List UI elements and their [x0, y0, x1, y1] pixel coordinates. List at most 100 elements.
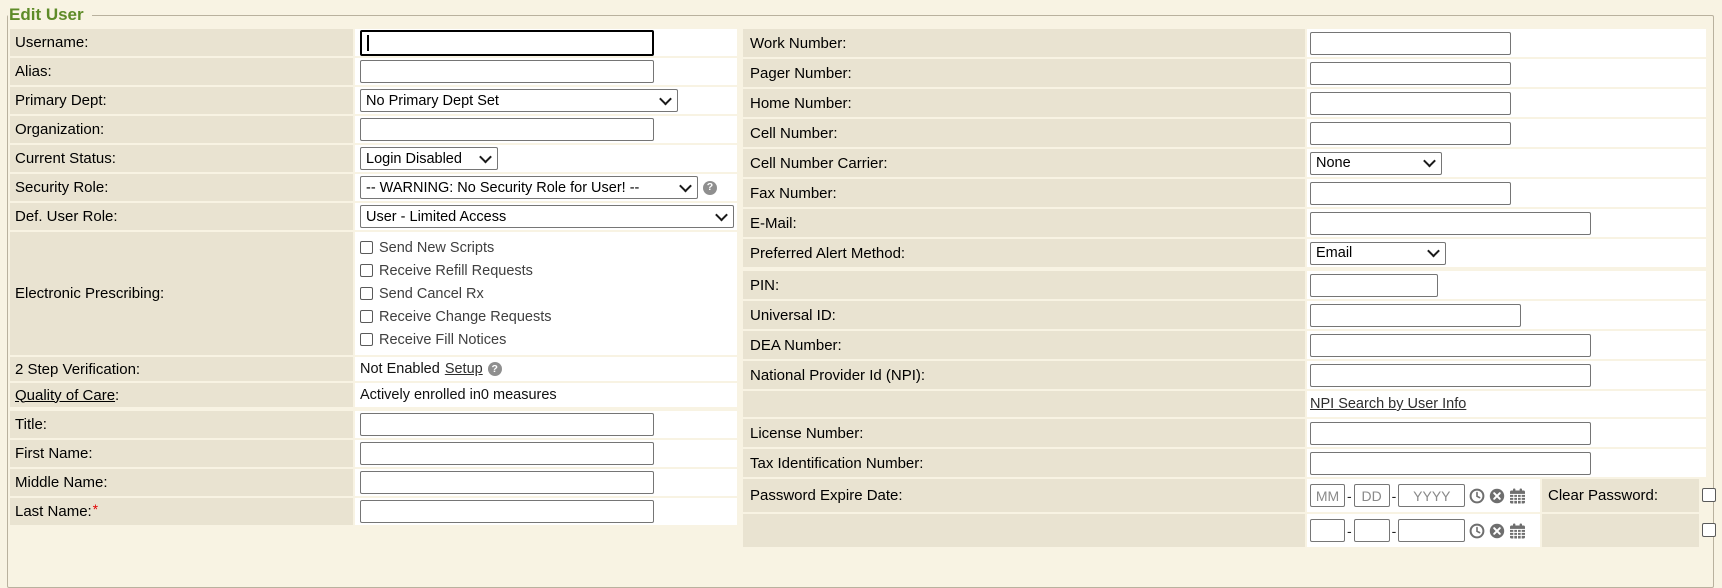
- tax-identification-number-label: Tax Identification Number:: [750, 455, 923, 472]
- clear-password-checkbox[interactable]: [1702, 488, 1716, 502]
- primary-dept-select[interactable]: No Primary Dept Set: [360, 89, 678, 112]
- cell-number-carrier-select[interactable]: None: [1310, 152, 1442, 175]
- checkbox[interactable]: [360, 264, 373, 277]
- left-column: Username: Alias: Primary Dept: No Primary D…: [10, 29, 737, 529]
- npi-search-link[interactable]: NPI Search by User Info: [1310, 396, 1466, 412]
- primary-dept-label: Primary Dept:: [15, 92, 107, 109]
- current-status-row: Current Status:Login Disabled: [10, 145, 737, 172]
- alias-label-cell: Alias:: [10, 58, 353, 85]
- electronic-prescribing-option[interactable]: Receive Change Requests: [360, 305, 552, 328]
- clear-circle-icon[interactable]: [1489, 523, 1505, 539]
- current-status-select[interactable]: Login Disabled: [360, 147, 498, 170]
- first-name-label-cell: First Name:: [10, 440, 353, 467]
- two-step-verification-field-cell: Not EnabledSetup?: [355, 357, 737, 381]
- password-expire-date-month-input[interactable]: MM: [1310, 484, 1345, 507]
- cell-number-input[interactable]: [1310, 122, 1511, 145]
- security-role-field-cell: -- WARNING: No Security Role for User! -…: [355, 174, 737, 201]
- electronic-prescribing-option[interactable]: Receive Refill Requests: [360, 259, 552, 282]
- current-status-selected-value: Login Disabled: [366, 151, 462, 167]
- clear-checkbox[interactable]: [1702, 523, 1716, 537]
- title-row: Title:: [10, 411, 737, 438]
- preferred-alert-method-select[interactable]: Email: [1310, 242, 1446, 265]
- first-name-input[interactable]: [360, 442, 654, 465]
- clock-icon[interactable]: [1469, 523, 1485, 539]
- electronic-prescribing-option[interactable]: Send Cancel Rx: [360, 282, 552, 305]
- help-icon[interactable]: ?: [488, 362, 502, 376]
- pager-number-label-cell: Pager Number:: [743, 59, 1305, 87]
- cell-number-carrier-row: Cell Number Carrier: None: [743, 149, 1717, 177]
- fax-number-input[interactable]: [1310, 182, 1511, 205]
- npi-search-row: NPI Search by User Info: [743, 391, 1717, 417]
- tax-identification-number-row: Tax Identification Number:: [743, 449, 1717, 477]
- cell-number-carrier-label: Cell Number Carrier:: [750, 155, 888, 172]
- clear-circle-icon[interactable]: [1489, 488, 1505, 504]
- electronic-prescribing-option[interactable]: Send New Scripts: [360, 236, 552, 259]
- next-expire-date-month-input[interactable]: [1310, 519, 1345, 542]
- next-expire-date-date-field: --: [1307, 514, 1540, 547]
- password-expire-date-day-input[interactable]: DD: [1354, 484, 1390, 507]
- two-step-verification-setup-link[interactable]: Setup: [445, 361, 483, 377]
- two-step-verification-row: 2 Step Verification:Not EnabledSetup?: [10, 357, 737, 381]
- cell-number-carrier-field-cell: None: [1307, 149, 1706, 177]
- checkbox-label: Receive Refill Requests: [379, 263, 533, 279]
- national-provider-id-input[interactable]: [1310, 364, 1591, 387]
- checkbox[interactable]: [360, 333, 373, 346]
- middle-name-input[interactable]: [360, 471, 654, 494]
- password-expire-date-date-field: MM-DD-YYYY: [1307, 479, 1540, 512]
- password-expire-date-label: Password Expire Date:: [750, 487, 903, 504]
- title-input[interactable]: [360, 413, 654, 436]
- calendar-icon[interactable]: [1509, 488, 1526, 504]
- middle-name-field-cell: [355, 469, 737, 496]
- date-separator: -: [1347, 488, 1352, 504]
- page-title: Edit User: [8, 6, 92, 25]
- def-user-role-label-cell: Def. User Role:: [10, 203, 353, 230]
- help-icon[interactable]: ?: [703, 181, 717, 195]
- electronic-prescribing-option[interactable]: Receive Fill Notices: [360, 328, 552, 351]
- e-mail-input[interactable]: [1310, 212, 1591, 235]
- cell-number-carrier-label-cell: Cell Number Carrier:: [743, 149, 1305, 177]
- alias-input[interactable]: [360, 60, 654, 83]
- calendar-icon[interactable]: [1509, 523, 1526, 539]
- fax-number-row: Fax Number:: [743, 179, 1717, 207]
- electronic-prescribing-field-cell: Send New Scripts Receive Refill Requests S…: [355, 232, 737, 355]
- universal-id-input[interactable]: [1310, 304, 1521, 327]
- last-name-input[interactable]: [360, 500, 654, 523]
- password-expire-date-label-cell: Password Expire Date:: [743, 479, 1305, 512]
- tax-identification-number-input[interactable]: [1310, 452, 1591, 475]
- def-user-role-select[interactable]: User - Limited Access: [360, 205, 734, 228]
- password-expire-date-year-input[interactable]: YYYY: [1398, 484, 1465, 507]
- clock-icon[interactable]: [1469, 488, 1485, 504]
- right-section-2: PIN:Universal ID:DEA Number:National Pro…: [743, 271, 1717, 477]
- checkbox[interactable]: [360, 241, 373, 254]
- title-label-cell: Title:: [10, 411, 353, 438]
- primary-dept-label-cell: Primary Dept:: [10, 87, 353, 114]
- work-number-input[interactable]: [1310, 32, 1511, 55]
- checkbox[interactable]: [360, 287, 373, 300]
- organization-input[interactable]: [360, 118, 654, 141]
- pager-number-input[interactable]: [1310, 62, 1511, 85]
- clear-password-label: Clear Password:: [1548, 487, 1658, 504]
- next-expire-date-year-input[interactable]: [1398, 519, 1465, 542]
- quality-of-care-label[interactable]: Quality of Care: [15, 387, 115, 404]
- npi-search-field-cell: NPI Search by User Info: [1307, 391, 1706, 417]
- middle-name-label: Middle Name:: [15, 474, 108, 491]
- home-number-input[interactable]: [1310, 92, 1511, 115]
- security-role-select[interactable]: -- WARNING: No Security Role for User! -…: [360, 176, 698, 199]
- date-separator: -: [1392, 488, 1397, 504]
- next-expire-date-day-input[interactable]: [1354, 519, 1390, 542]
- license-number-input[interactable]: [1310, 422, 1591, 445]
- checkbox[interactable]: [360, 310, 373, 323]
- home-number-label-cell: Home Number:: [743, 89, 1305, 117]
- username-label: Username:: [15, 34, 88, 51]
- left-section-1: Username: Alias: Primary Dept: No Primary D…: [10, 29, 737, 407]
- dea-number-input[interactable]: [1310, 334, 1591, 357]
- pin-input[interactable]: [1310, 274, 1438, 297]
- text-caret: [367, 35, 369, 51]
- dea-number-row: DEA Number:: [743, 331, 1717, 359]
- username-input[interactable]: [360, 30, 654, 56]
- security-role-label-cell: Security Role:: [10, 174, 353, 201]
- primary-dept-field-cell: No Primary Dept Set: [355, 87, 737, 114]
- primary-dept-row: Primary Dept: No Primary Dept Set: [10, 87, 737, 114]
- e-mail-row: E-Mail:: [743, 209, 1717, 237]
- work-number-field-cell: [1307, 29, 1706, 57]
